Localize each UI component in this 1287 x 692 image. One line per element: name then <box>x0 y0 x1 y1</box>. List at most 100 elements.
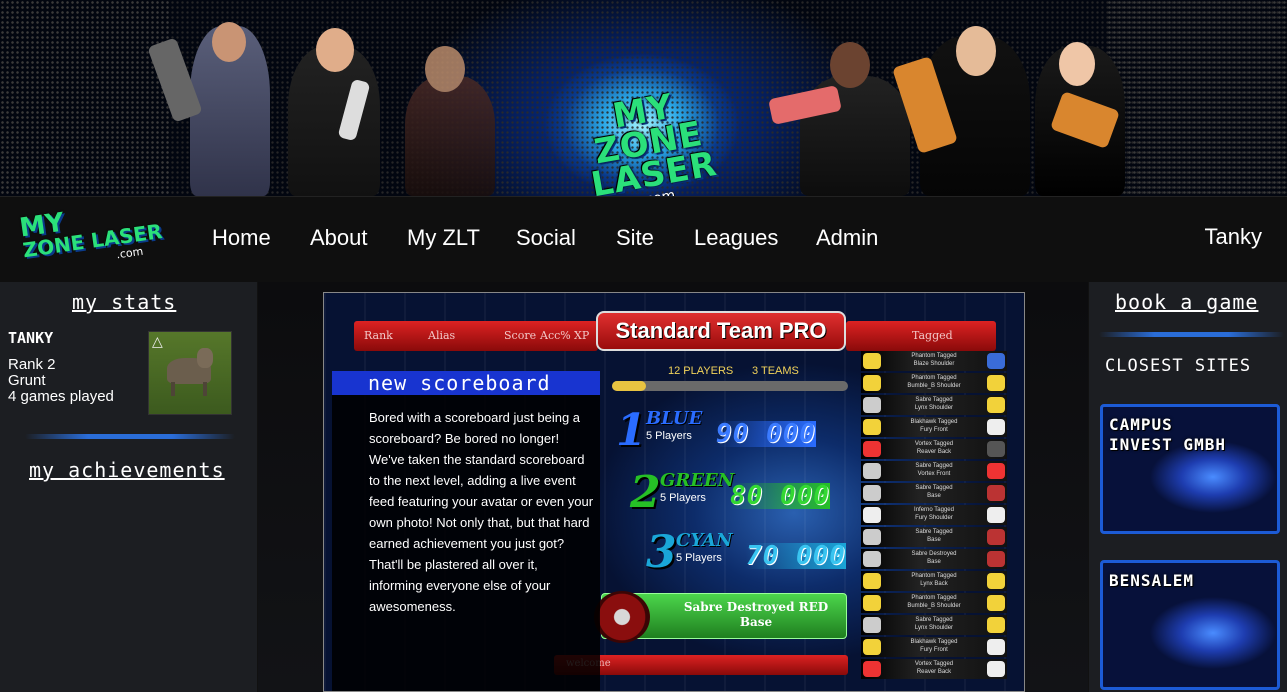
penguin-icon <box>863 507 881 523</box>
nav-user-menu[interactable]: Tanky <box>1205 224 1262 250</box>
team-blue-players: 5 Players <box>646 430 692 442</box>
team-cyan-rank: 3 <box>646 527 677 578</box>
nav-site[interactable]: Site <box>616 225 654 251</box>
nav-home[interactable]: Home <box>212 225 271 251</box>
banner-player-1 <box>190 22 270 196</box>
feed-row: Sabre Tagged Lynx Shoulder <box>861 615 1007 635</box>
team-cyan: 3 CYAN 5 Players 70 000 <box>646 527 876 578</box>
team-cyan-name: CYAN <box>676 530 733 551</box>
my-achievements-title[interactable]: my achievements <box>29 458 225 482</box>
base-icon <box>987 485 1005 501</box>
game-progress-bar <box>612 381 848 391</box>
team-cyan-score: 70 000 <box>746 541 846 571</box>
team-green: 2 GREEN 5 Players 80 000 <box>630 467 860 518</box>
feed-text: Vortex Tagged Reaver Back <box>914 441 954 455</box>
team-blue-score: 90 000 <box>716 419 816 449</box>
banner-player-3 <box>405 46 495 196</box>
left-sidebar: my stats TANKY Rank 2 Grunt 4 games play… <box>0 282 258 692</box>
avatar[interactable]: △ <box>148 331 232 415</box>
nav-my-zlt[interactable]: My ZLT <box>407 225 480 251</box>
news-body: Bored with a scoreboard just being a sco… <box>369 410 594 614</box>
team-blue-name: BLUE <box>646 408 703 429</box>
banner-right-texture <box>1107 0 1287 196</box>
feed-row: Phantom Tagged Blaze Shoulder <box>861 351 1007 371</box>
event-banner-text: Sabre Destroyed RED Base <box>683 600 829 629</box>
base-icon <box>987 529 1005 545</box>
teams-info: 3 TEAMS <box>752 365 799 377</box>
nav-admin[interactable]: Admin <box>816 225 878 251</box>
closest-sites-title: CLOSEST SITES <box>1105 356 1252 376</box>
devil-icon <box>863 661 881 677</box>
feed-text: Phantom Tagged Bumble_B Shoulder <box>907 375 961 389</box>
panda-icon <box>987 661 1005 677</box>
base-disc-icon <box>594 591 650 643</box>
smiley-icon <box>863 617 881 633</box>
panda-icon <box>987 507 1005 523</box>
devil-icon <box>987 463 1005 479</box>
devil-icon <box>863 441 881 457</box>
smiley-icon <box>863 595 881 611</box>
site-card-campus-invest[interactable]: CAMPUS INVEST GMBH <box>1100 404 1280 534</box>
feed-row: Sabre Tagged Vortex Front <box>861 461 1007 481</box>
my-stats-title[interactable]: my stats <box>72 290 176 314</box>
book-a-game-link[interactable]: book a game <box>1115 290 1258 314</box>
smiley-icon <box>863 639 881 655</box>
smiley-icon <box>987 397 1005 413</box>
smiley-icon <box>987 595 1005 611</box>
col-alias: Alias <box>428 329 456 342</box>
feed-row: Vortex Tagged Reaver Back <box>861 659 1007 679</box>
nav-leagues[interactable]: Leagues <box>694 225 778 251</box>
stats-games-played: 4 games played <box>8 388 114 405</box>
feed-row: Blakhawk Tagged Fury Front <box>861 417 1007 437</box>
site-name: BENSALEM <box>1109 571 1195 590</box>
col-tagged: Tagged <box>912 329 953 342</box>
feed-text: Phantom Tagged Lynx Back <box>911 573 957 587</box>
feed-row: Inferno Tagged Fury Shoulder <box>861 505 1007 525</box>
feed-row: Phantom Tagged Lynx Back <box>861 571 1007 591</box>
feed-text: Inferno Tagged Fury Shoulder <box>914 507 954 521</box>
feed-row: Vortex Tagged Reaver Back <box>861 439 1007 459</box>
team-blue: 1 BLUE 5 Players 90 000 <box>616 405 846 456</box>
smiley-icon <box>863 551 881 567</box>
nav-logo[interactable]: MY ZONE LASER .com <box>18 197 175 281</box>
donkey-avatar-head <box>197 348 213 368</box>
team-green-rank: 2 <box>630 467 661 518</box>
scoreboard-title: Standard Team PRO <box>596 311 846 351</box>
base-icon <box>987 551 1005 567</box>
smiley-icon <box>863 353 881 369</box>
team-green-name: GREEN <box>660 470 735 491</box>
scoreboard-preview: Rank Alias Score Acc% XP Tagged Standard… <box>323 292 1025 692</box>
right-divider <box>1099 332 1284 337</box>
feed-text: Vortex Tagged Reaver Back <box>914 661 954 675</box>
navbar: MY ZONE LASER .com Home About My ZLT Soc… <box>0 196 1287 282</box>
team-blue-rank: 1 <box>616 405 647 456</box>
nav-social[interactable]: Social <box>516 225 576 251</box>
site-card-bensalem[interactable]: BENSALEM <box>1100 560 1280 690</box>
feed-row: Phantom Tagged Bumble_B Shoulder <box>861 593 1007 613</box>
left-divider <box>25 434 235 439</box>
smiley-icon <box>863 419 881 435</box>
nav-about[interactable]: About <box>310 225 368 251</box>
rank-chevron-icon: △ <box>152 334 163 350</box>
feed-text: Sabre Tagged Base <box>915 485 953 499</box>
smiley-icon <box>863 485 881 501</box>
feed-text: Sabre Destroyed Base <box>911 551 957 565</box>
team-cyan-players: 5 Players <box>676 552 722 564</box>
panda-icon <box>987 639 1005 655</box>
stats-username: TANKY <box>8 329 54 347</box>
col-acc: Acc% <box>540 329 571 342</box>
team-green-score: 80 000 <box>730 481 830 511</box>
feed-text: Sabre Tagged Lynx Shoulder <box>914 397 954 411</box>
feed-text: Blakhawk Tagged Fury Front <box>910 639 958 653</box>
game-progress-fill <box>612 381 646 391</box>
stats-rank-title: Grunt <box>8 372 46 389</box>
feed-row: Sabre Tagged Base <box>861 527 1007 547</box>
feed-text: Sabre Tagged Lynx Shoulder <box>914 617 954 631</box>
players-info: 12 PLAYERS <box>668 365 734 377</box>
smiley-icon <box>863 529 881 545</box>
smiley-icon <box>987 617 1005 633</box>
team-green-players: 5 Players <box>660 492 706 504</box>
feed-text: Sabre Tagged Vortex Front <box>915 463 953 477</box>
feed-row: Sabre Tagged Base <box>861 483 1007 503</box>
banner-left-texture <box>0 0 170 196</box>
